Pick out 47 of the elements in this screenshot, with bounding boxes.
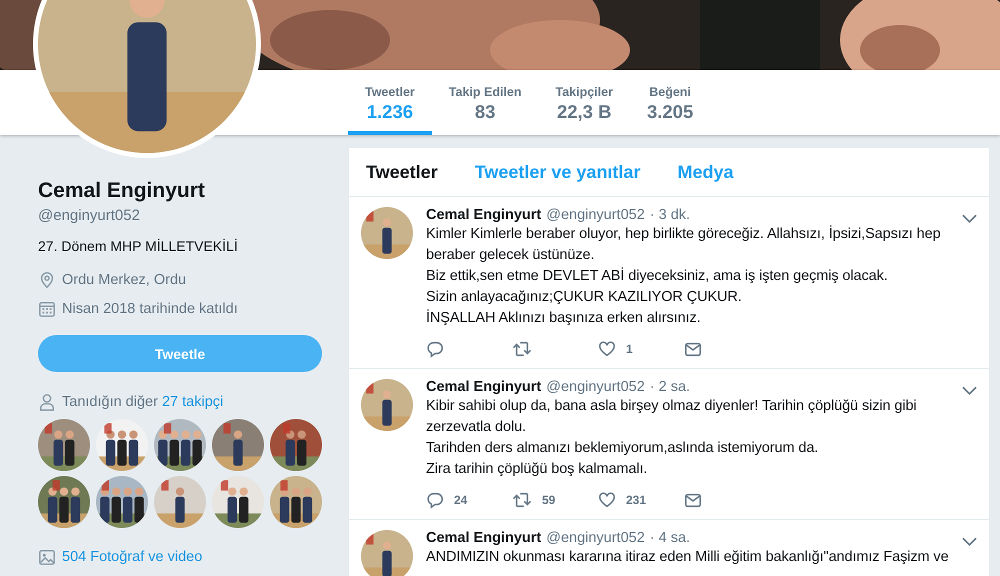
- tweet-author-name[interactable]: Cemal Enginyurt: [426, 207, 542, 223]
- stat-tab[interactable]: Tweetler 1.236: [348, 70, 432, 135]
- followers-link[interactable]: 27 takipçi: [162, 394, 224, 410]
- message-icon[interactable]: [684, 491, 702, 509]
- profile-bio: 27. Dönem MHP MİLLETVEKİLİ: [38, 238, 239, 254]
- tweet-author-name[interactable]: Cemal Enginyurt: [426, 379, 542, 395]
- tweet-text: ANDIMIZIN okunması kararına itiraz eden Milli eğitim bakanlığı"andımız Faşizm ve: [426, 548, 950, 567]
- tweet-author-handle: @enginyurt052: [546, 379, 645, 395]
- tweet-author-handle: @enginyurt052: [546, 207, 645, 223]
- calendar-icon: [38, 300, 56, 318]
- tweet-text: Kimler Kimlerle beraber oluyor, hep birlikte göreceğiz. Allahsızı, İpsizi,Sapsızı hep beraber gelecek üstünüze. Biz ettik,sen etme DEVLET ABİ diyeceksiniz, ama iş işten geçmiş olacak. Sizin anlayacağınız;ÇUKUR KAZILIYOR ÇUKUR. İNŞALLAH Aklınızı başınıza erken alırsınız.: [426, 224, 942, 328]
- photos-videos-link[interactable]: 504 Fotoğraf ve video: [62, 549, 202, 565]
- timeline-tab[interactable]: Tweetler ve yanıtlar: [474, 162, 640, 182]
- profile-handle: @enginyurt052: [38, 207, 141, 224]
- tweet-author-handle: @enginyurt052: [546, 530, 645, 546]
- stat-tab[interactable]: Takip Edilen 83: [432, 70, 538, 135]
- timeline-tab[interactable]: Tweetler: [366, 162, 438, 182]
- followers-you-know-text: Tanıdığın diğer 27 takipçi: [62, 394, 224, 410]
- retweet-count: 59: [542, 493, 556, 507]
- person-icon: [38, 393, 56, 411]
- tweet-time[interactable]: · 3 dk.: [650, 207, 690, 223]
- location-text: Ordu Merkez, Ordu: [62, 272, 186, 288]
- chevron-down-icon[interactable]: [962, 386, 977, 396]
- like-count: 1: [626, 342, 633, 356]
- like-count: 231: [626, 493, 646, 507]
- message-icon[interactable]: [684, 340, 702, 358]
- location-pin-icon: [38, 271, 56, 289]
- reply-icon[interactable]: [426, 491, 444, 509]
- tweet-text: Kibir sahibi olup da, bana asla birşey olmaz diyenler! Tarihin çöplüğü sizin gibi zerzevatla dolu. Tarihden ders almanızı beklemiyorum,aslında istemiyorum da. Zira tarihin çöplüğü boş kalmamalı.: [426, 397, 918, 479]
- tweet-time[interactable]: · 4 sa.: [650, 530, 690, 546]
- joined-date-text: Nisan 2018 tarihinde katıldı: [62, 301, 238, 317]
- tweet-button[interactable]: Tweetle: [38, 335, 322, 372]
- reply-count: 24: [454, 493, 468, 507]
- chevron-down-icon[interactable]: [962, 214, 977, 224]
- timeline-tab[interactable]: Medya: [677, 162, 734, 182]
- reply-icon[interactable]: [426, 340, 444, 358]
- tweet-author-name[interactable]: Cemal Enginyurt: [426, 530, 542, 546]
- stat-tab[interactable]: Takipçiler 22,3 B: [538, 70, 630, 135]
- chevron-down-icon[interactable]: [962, 537, 977, 547]
- stat-tab[interactable]: Beğeni 3.205: [630, 70, 710, 135]
- like-icon[interactable]: [598, 340, 616, 358]
- retweet-icon[interactable]: [512, 340, 532, 358]
- profile-name: Cemal Enginyurt: [38, 179, 206, 203]
- tweet-time[interactable]: · 2 sa.: [650, 379, 690, 395]
- image-icon: [38, 548, 56, 566]
- retweet-icon[interactable]: [512, 491, 532, 509]
- like-icon[interactable]: [598, 491, 616, 509]
